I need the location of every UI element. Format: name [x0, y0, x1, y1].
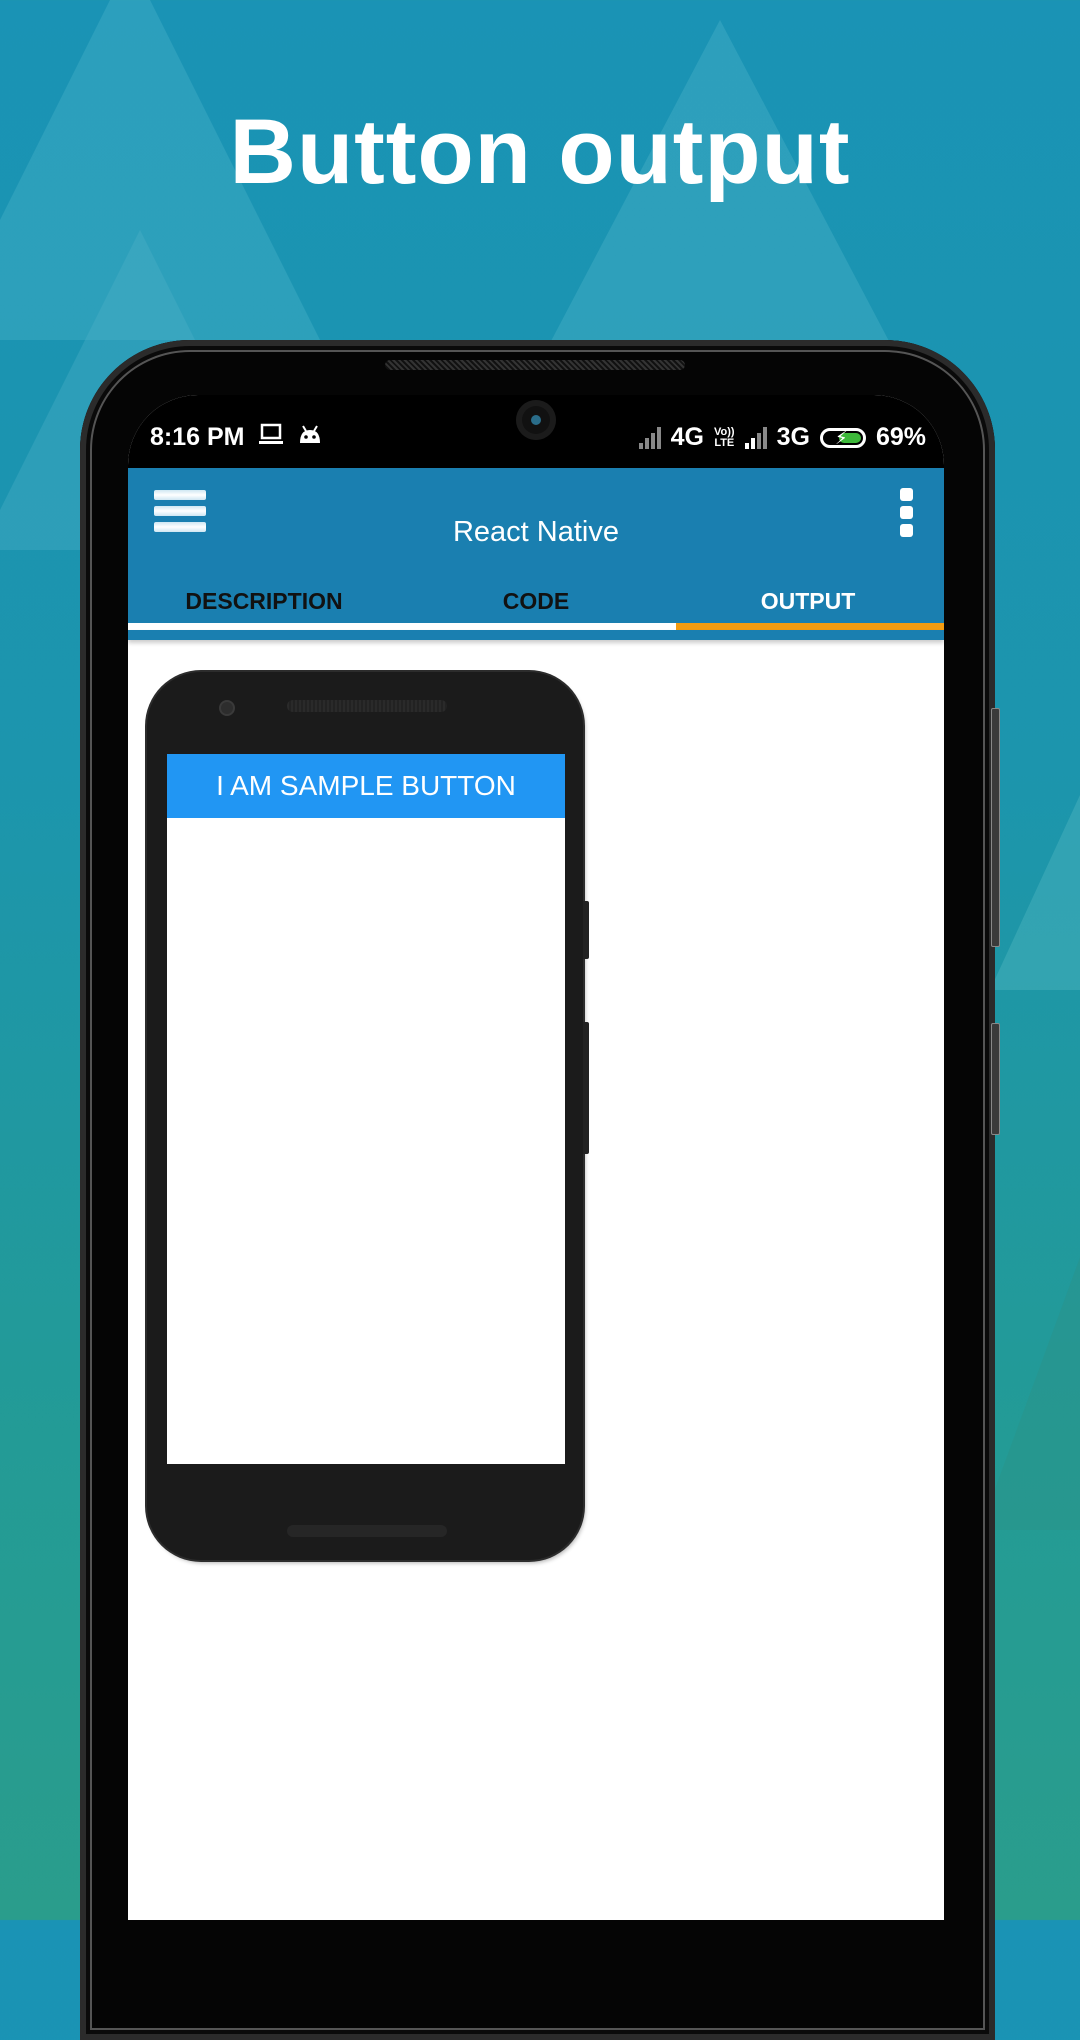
laptop-icon — [258, 423, 284, 452]
tab-code[interactable]: CODE — [400, 580, 672, 618]
app-title: React Native — [452, 516, 619, 548]
power-button — [991, 1023, 1000, 1135]
preview-camera — [219, 700, 235, 716]
volte-bottom: LTE — [714, 436, 735, 449]
tab-bar: DESCRIPTION CODE OUTPUT — [128, 580, 944, 618]
front-camera — [516, 400, 556, 440]
tab-indicator — [128, 623, 944, 630]
battery-charging-icon: ⚡ — [819, 427, 866, 448]
network-type-2: 3G — [776, 423, 810, 451]
status-time: 8:16 PM — [150, 423, 245, 451]
volte-indicator: Vo)) LTE — [714, 425, 735, 449]
preview-side-button — [583, 901, 589, 959]
background-shape — [990, 730, 1080, 990]
page-heading: Button output — [229, 101, 851, 203]
background-shape — [980, 1230, 1080, 1530]
more-vert-icon[interactable] — [900, 488, 914, 537]
tab-output[interactable]: OUTPUT — [672, 580, 944, 618]
preview-home-bar — [287, 1525, 447, 1537]
preview-screen: I AM SAMPLE BUTTON — [167, 754, 565, 1464]
preview-side-button — [583, 1022, 589, 1154]
signal-icon — [744, 426, 767, 449]
app-bar-divider — [128, 630, 944, 640]
battery-percent: 69% — [875, 423, 926, 451]
network-type-1: 4G — [670, 423, 705, 451]
volte-top: Vo)) — [714, 425, 735, 438]
device-screen: 8:16 PM 4G Vo)) LTE 3G ⚡ 69% React Native… — [128, 395, 944, 1920]
signal-icon — [638, 426, 661, 449]
status-bar: 8:16 PM 4G Vo)) LTE 3G ⚡ 69% — [128, 395, 944, 468]
preview-speaker — [287, 700, 447, 712]
device-earpiece — [385, 360, 685, 370]
sample-button[interactable]: I AM SAMPLE BUTTON — [167, 754, 565, 818]
tab-description[interactable]: DESCRIPTION — [128, 580, 400, 618]
android-icon — [298, 423, 322, 452]
volume-button — [991, 708, 1000, 947]
preview-device-frame: I AM SAMPLE BUTTON — [147, 672, 589, 1560]
app-bar: React Native DESCRIPTION CODE OUTPUT — [128, 468, 944, 630]
